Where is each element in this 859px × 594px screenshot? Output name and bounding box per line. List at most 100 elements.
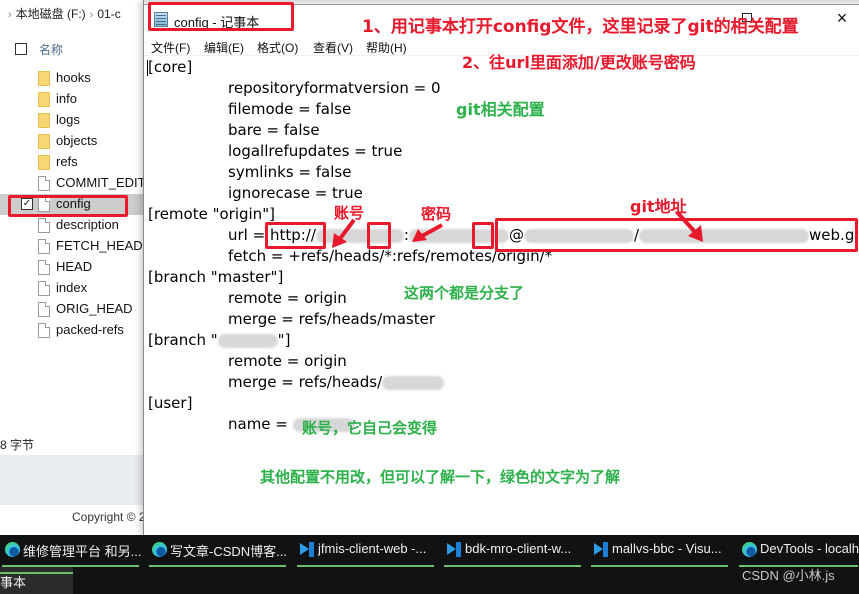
- vscode-icon: [300, 542, 315, 557]
- file-icon: [38, 323, 50, 338]
- url-at: @: [508, 226, 524, 244]
- annotation-step2: 2、往url里面添加/更改账号密码: [462, 53, 696, 72]
- file-item-fetch-head[interactable]: FETCH_HEAD: [0, 236, 150, 257]
- merge-prefix: merge = refs/heads/: [228, 373, 383, 391]
- taskbar-item-vscode-3[interactable]: mallvs-bbc - Visu...: [590, 536, 729, 567]
- column-header-label: 名称: [39, 43, 64, 57]
- file-icon: [38, 197, 50, 212]
- line-branch-other: [branch " "]: [148, 330, 290, 351]
- file-name: packed-refs: [56, 322, 124, 337]
- folder-icon: [38, 71, 50, 86]
- file-name: refs: [56, 154, 78, 169]
- menu-edit[interactable]: 编辑(E): [204, 39, 244, 56]
- line-remote-origin: [remote "origin"]: [148, 205, 275, 223]
- taskbar-item-devtools[interactable]: DevTools - localh: [738, 536, 859, 567]
- menu-format[interactable]: 格式(O): [257, 39, 298, 56]
- folder-icon: [38, 155, 50, 170]
- line-bare: bare = false: [228, 121, 320, 139]
- file-item-info[interactable]: info: [0, 89, 150, 110]
- taskbar-item-label: mallvs-bbc - Visu...: [612, 541, 722, 556]
- select-all-checkbox[interactable]: [15, 43, 27, 55]
- taskbar-item-edge-1[interactable]: 维修管理平台 和另...: [1, 536, 142, 567]
- file-item-commit-editmsg[interactable]: COMMIT_EDITMSG: [0, 173, 175, 194]
- breadcrumb-item-drive[interactable]: 本地磁盘 (F:): [16, 7, 86, 21]
- csdn-watermark: CSDN @小林.js: [742, 568, 835, 583]
- menu-help[interactable]: 帮助(H): [366, 39, 407, 56]
- annotation-account: 账号: [334, 204, 365, 222]
- file-icon: [38, 218, 50, 233]
- file-item-hooks[interactable]: hooks: [0, 68, 150, 89]
- taskbar-item-vscode-2[interactable]: bdk-mro-client-w...: [443, 536, 582, 567]
- taskbar-item-label: DevTools - localh: [760, 541, 859, 556]
- redacted-password: [408, 228, 509, 243]
- taskbar-item-edge-2[interactable]: 写文章-CSDN博客...: [148, 536, 287, 567]
- line-fetch: fetch = +refs/heads/*:refs/remotes/origi…: [228, 247, 553, 265]
- taskbar-item-label: 记事本: [0, 575, 27, 590]
- folder-icon: [38, 92, 50, 107]
- file-icon: [38, 239, 50, 254]
- annotation-password: 密码: [421, 205, 452, 223]
- column-header-name[interactable]: 名称: [0, 38, 150, 60]
- file-item-head[interactable]: HEAD: [0, 257, 150, 278]
- redacted-host: [523, 228, 634, 243]
- status-file-size: 8 字节: [0, 438, 35, 452]
- file-item-description[interactable]: description: [0, 215, 150, 236]
- file-item-packed-refs[interactable]: packed-refs: [0, 320, 150, 341]
- line-repoformat: repositoryformatversion = 0: [228, 79, 441, 97]
- taskbar-item-label: 维修管理平台 和另...: [23, 544, 142, 559]
- file-item-refs[interactable]: refs: [0, 152, 150, 173]
- file-name: description: [56, 217, 119, 232]
- redacted-branch-ref: [382, 375, 445, 390]
- annotation-user-name: 账号，它自己会变得: [302, 419, 438, 437]
- file-icon: [38, 260, 50, 275]
- menu-view[interactable]: 查看(V): [313, 39, 353, 56]
- breadcrumb: › 本地磁盘 (F:) › 01-c: [0, 0, 150, 28]
- branch-prefix: [branch ": [148, 331, 218, 349]
- annotation-branches: 这两个都是分支了: [404, 284, 525, 302]
- running-indicator: [149, 565, 286, 567]
- vscode-icon: [594, 542, 609, 557]
- line-url: url = http://: @ / web.git: [228, 225, 859, 246]
- taskbar-item-vscode-1[interactable]: jfmis-client-web -...: [296, 536, 435, 567]
- url-scheme: http://: [269, 226, 316, 244]
- file-name: HEAD: [56, 259, 93, 274]
- url-key: url =: [228, 226, 270, 244]
- running-indicator: [591, 565, 728, 567]
- file-item-objects[interactable]: objects: [0, 131, 150, 152]
- redacted-path: [639, 228, 810, 243]
- branch-suffix: "]: [277, 331, 291, 349]
- file-name: info: [56, 91, 77, 106]
- edge-icon: [5, 542, 20, 557]
- annotation-footer: 其他配置不用改，但可以了解一下，绿色的文字为了解: [260, 468, 621, 486]
- line-filemode: filemode = false: [228, 100, 352, 118]
- taskbar-item-label: bdk-mro-client-w...: [465, 541, 572, 556]
- line-merge-other: merge = refs/heads/: [228, 372, 445, 393]
- running-indicator: [297, 565, 434, 567]
- line-logallrefupdates: logallrefupdates = true: [228, 142, 403, 160]
- file-item-config[interactable]: ✓ config: [0, 194, 150, 215]
- active-indicator: [0, 572, 73, 574]
- window-title: config - 记事本: [174, 15, 260, 30]
- line-remote: remote = origin: [228, 289, 347, 307]
- item-checkbox-checked[interactable]: ✓: [21, 198, 33, 210]
- close-button[interactable]: ×: [830, 7, 854, 31]
- file-item-logs[interactable]: logs: [0, 110, 150, 131]
- file-name: objects: [56, 133, 98, 148]
- running-indicator: [444, 565, 581, 567]
- taskbar-item-notepad-active[interactable]: 记事本: [0, 567, 73, 594]
- edge-icon: [742, 542, 757, 557]
- file-name: index: [56, 280, 88, 295]
- redacted-branch: [217, 333, 278, 348]
- taskbar: 维修管理平台 和另... 写文章-CSDN博客... jfmis-client-…: [0, 535, 859, 594]
- file-item-orig-head[interactable]: ORIG_HEAD: [0, 299, 150, 320]
- copyright-text: Copyright © 2: [72, 510, 146, 524]
- annotation-git-config: git相关配置: [456, 100, 545, 119]
- menu-file[interactable]: 文件(F): [151, 39, 190, 56]
- file-name: config: [56, 196, 91, 211]
- file-name: ORIG_HEAD: [56, 301, 133, 316]
- line-remote-2: remote = origin: [228, 352, 347, 370]
- file-icon: [38, 281, 50, 296]
- file-icon: [38, 176, 50, 191]
- breadcrumb-item-folder[interactable]: 01-c: [97, 7, 120, 21]
- file-item-index[interactable]: index: [0, 278, 150, 299]
